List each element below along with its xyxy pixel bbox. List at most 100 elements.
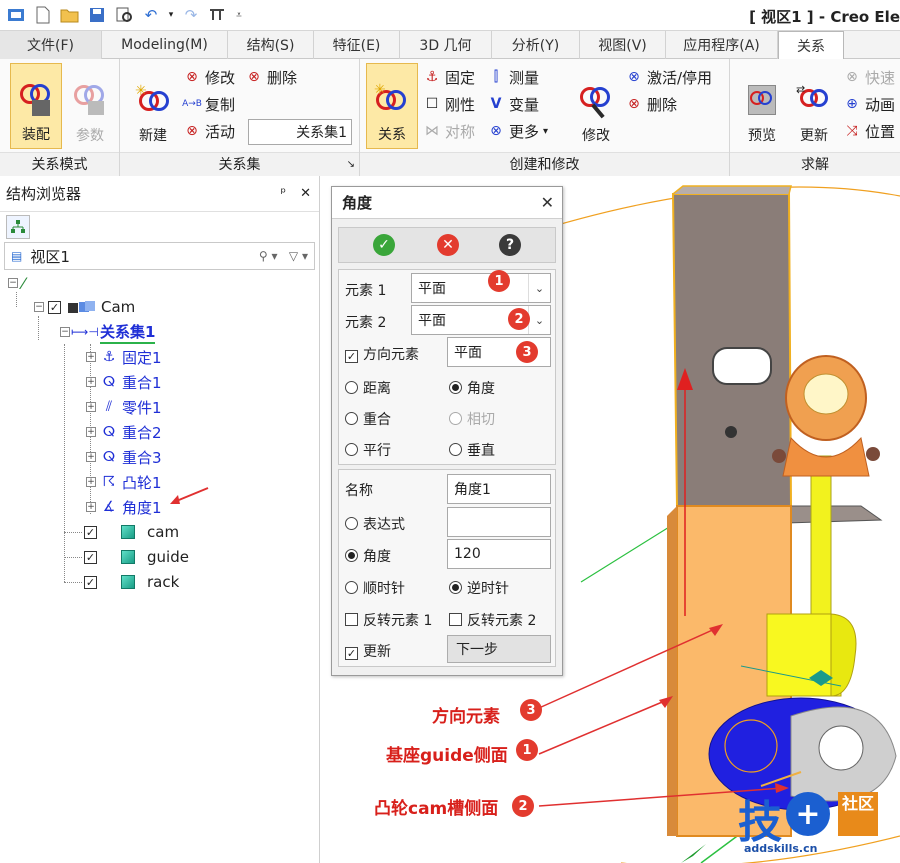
find-filter-icons[interactable]: ⚲ ▾ ▽ ▾ <box>259 249 308 263</box>
tree-expand-icon[interactable]: + <box>86 427 96 437</box>
new-file-icon[interactable] <box>32 4 54 26</box>
radio-angle-value[interactable]: 角度 <box>345 546 391 566</box>
tree-item-part[interactable]: ✓ cam <box>84 521 179 543</box>
symmetric-button[interactable]: ⋈ 对称 <box>422 119 475 143</box>
group-launcher-icon[interactable]: ↘ <box>347 153 355 177</box>
radio-coincident[interactable]: 重合 <box>345 409 391 429</box>
measure-button[interactable]: ⫿ 测量 <box>486 65 539 89</box>
tree-expand-icon[interactable]: + <box>86 477 96 487</box>
tree-item-part[interactable]: ✓ rack <box>84 571 179 593</box>
preview-button[interactable]: 预览 <box>736 63 788 149</box>
tab-relations[interactable]: 关系 <box>778 31 844 59</box>
expression-field[interactable] <box>447 507 551 537</box>
reverse2-checkbox[interactable]: 反转元素 2 <box>449 610 536 630</box>
radio-counterclockwise[interactable]: 逆时针 <box>449 578 509 598</box>
element2-select[interactable]: 平面 ⌄ <box>411 305 551 335</box>
tree-expand-icon[interactable]: + <box>86 452 96 462</box>
print-preview-icon[interactable] <box>113 4 135 26</box>
tab-file[interactable]: 文件(F) <box>0 31 102 59</box>
save-icon[interactable] <box>86 4 108 26</box>
help-question-icon[interactable]: ? <box>499 234 521 256</box>
tree-root-node[interactable]: − ⁄ <box>8 272 25 294</box>
modify-set-button[interactable]: ⊗ 修改 <box>182 65 235 89</box>
update-button[interactable]: ⇄ 更新 <box>788 63 840 149</box>
tree-expand-icon[interactable]: + <box>86 377 96 387</box>
rigid-button[interactable]: ☐ 刚性 <box>422 92 475 116</box>
tree-item-cam-assembly[interactable]: − ✓ Cam <box>34 296 135 318</box>
open-folder-icon[interactable] <box>59 4 81 26</box>
tree-expand-icon[interactable]: + <box>86 502 96 512</box>
tab-features[interactable]: 特征(E) <box>314 31 400 59</box>
relation-button[interactable]: ✳ 关系 <box>366 63 418 149</box>
relation-set-name-field[interactable]: 关系集1 <box>248 119 352 145</box>
visibility-checkbox[interactable]: ✓ <box>84 575 97 589</box>
ok-check-icon[interactable]: ✓ <box>373 234 395 256</box>
radio-perpendicular[interactable]: 垂直 <box>449 440 495 460</box>
modify-relation-button[interactable]: 修改 <box>570 63 622 149</box>
tools-icon[interactable] <box>207 4 229 26</box>
tree-collapse-icon[interactable]: − <box>8 278 18 288</box>
tree-expand-icon[interactable]: + <box>86 402 96 412</box>
visibility-checkbox[interactable]: ✓ <box>48 300 61 314</box>
close-browser-icon[interactable]: ✕ <box>300 186 311 201</box>
tab-3d-geometry[interactable]: 3D 几何 <box>400 31 492 59</box>
radio-angle[interactable]: 角度 <box>449 378 495 398</box>
tree-expand-icon[interactable]: + <box>86 352 96 362</box>
group-label-solve: 求解 <box>730 152 900 176</box>
view-selector[interactable]: ▤ 视区1 ⚲ ▾ ▽ ▾ <box>4 242 315 270</box>
element1-select[interactable]: 平面 ⌄ <box>411 273 551 303</box>
name-field[interactable]: 角度1 <box>447 474 551 504</box>
pin-icon[interactable]: ᵖ <box>281 186 287 201</box>
parameter-button[interactable]: 参数 <box>64 63 116 149</box>
tab-applications[interactable]: 应用程序(A) <box>666 31 778 59</box>
redo-icon[interactable]: ↷ <box>180 4 202 26</box>
assemble-label: 装配 <box>22 127 50 143</box>
undo-icon[interactable]: ↶ <box>140 4 162 26</box>
tree-view-icon[interactable] <box>6 215 30 239</box>
delete-relation-button[interactable]: ⊗ 删除 <box>624 92 677 116</box>
visibility-checkbox[interactable]: ✓ <box>84 525 97 539</box>
tree-item-relation-set[interactable]: − ⟼⊣ 关系集1 <box>60 321 156 344</box>
activate-set-button[interactable]: ⊗ 活动 <box>182 119 235 143</box>
angle-value-field[interactable]: 120 <box>447 539 551 569</box>
next-step-button[interactable]: 下一步 <box>447 635 551 663</box>
update-checkbox[interactable]: ✓ 更新 <box>345 641 391 661</box>
delete-set-button[interactable]: ⊗ 删除 <box>244 65 297 89</box>
assemble-button[interactable]: 装配 <box>10 63 62 149</box>
more-button[interactable]: ⊗ 更多 ▾ <box>486 119 548 143</box>
tree-item-relation[interactable]: + ⚓ 固定1 <box>86 346 162 368</box>
radio-clockwise[interactable]: 顺时针 <box>345 578 405 598</box>
radio-distance[interactable]: 距离 <box>345 378 391 398</box>
position-button[interactable]: ⤨ 位置 <box>842 119 895 143</box>
tree-item-relation[interactable]: + ☈ 凸轮1 <box>86 471 162 493</box>
activate-deactivate-button[interactable]: ⊗ 激活/停用 <box>624 65 712 89</box>
tree-item-relation-angle[interactable]: + ∡ 角度1 <box>86 496 162 518</box>
tree-collapse-icon[interactable]: − <box>60 327 70 337</box>
tab-structure[interactable]: 结构(S) <box>228 31 314 59</box>
cancel-x-icon[interactable]: ✕ <box>437 234 459 256</box>
tab-analysis[interactable]: 分析(Y) <box>492 31 580 59</box>
variable-button[interactable]: V 变量 <box>486 92 539 116</box>
radio-expression[interactable]: 表达式 <box>345 514 405 534</box>
visibility-checkbox[interactable]: ✓ <box>84 550 97 564</box>
undo-dropdown-icon[interactable]: ▾ <box>167 4 175 26</box>
close-icon[interactable]: ✕ <box>541 193 554 212</box>
tree-item-relation[interactable]: + ⫽ 零件1 <box>86 396 162 418</box>
tree-item-part[interactable]: ✓ guide <box>84 546 189 568</box>
tab-view[interactable]: 视图(V) <box>580 31 666 59</box>
tree-collapse-icon[interactable]: − <box>34 302 44 312</box>
tree-item-relation[interactable]: + ⵕ 重合1 <box>86 371 162 393</box>
radio-parallel[interactable]: 平行 <box>345 440 391 460</box>
new-relation-button[interactable]: ✳ 新建 <box>128 63 178 149</box>
customize-dropdown-icon[interactable]: ⩡ <box>234 4 244 26</box>
quick-button[interactable]: ⊗ 快速 <box>842 65 895 89</box>
reverse1-checkbox[interactable]: 反转元素 1 <box>345 610 432 630</box>
tab-modeling[interactable]: Modeling(M) <box>102 31 228 59</box>
tree-item-relation[interactable]: + ⵕ 重合3 <box>86 446 162 468</box>
tree-item-relation[interactable]: + ⵕ 重合2 <box>86 421 162 443</box>
fixed-button[interactable]: ⚓ 固定 <box>422 65 475 89</box>
radio-tangent[interactable]: 相切 <box>449 409 495 429</box>
direction-checkbox[interactable]: ✓ 方向元素 <box>345 344 419 364</box>
animation-button[interactable]: ⊕ 动画 <box>842 92 895 116</box>
copy-set-button[interactable]: A→B 复制 <box>182 92 235 116</box>
